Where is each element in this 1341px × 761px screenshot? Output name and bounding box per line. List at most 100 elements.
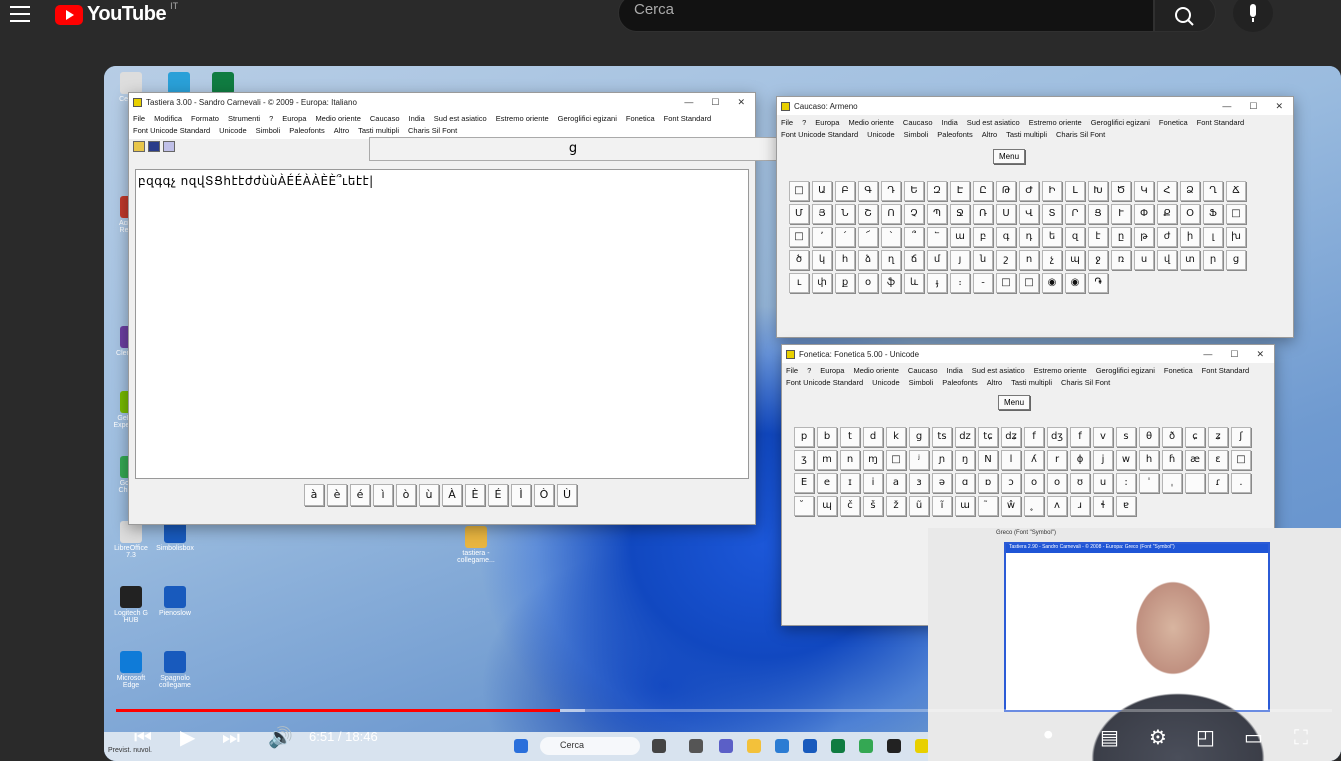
char-key[interactable]: ɛ (1208, 450, 1228, 470)
desktop-icon[interactable]: Simbolisbox (156, 521, 194, 552)
char-key[interactable]: θ (1139, 427, 1159, 447)
video-player[interactable]: CestinoTastieraExcelAcrobat ReaderClemen… (104, 66, 1341, 761)
open-icon[interactable] (133, 141, 145, 152)
menu-item[interactable]: Geroglifici egizani (1096, 366, 1155, 375)
char-key[interactable]: Ռ (973, 204, 993, 224)
char-key[interactable]: Ց (1088, 204, 1108, 224)
char-key[interactable]: À (442, 484, 462, 506)
menu-item[interactable]: ? (802, 118, 806, 127)
char-key[interactable]: ր (1203, 250, 1223, 270)
menu-item[interactable]: Tasti multipli (1011, 378, 1052, 387)
char-key[interactable]: ն (973, 250, 993, 270)
desktop-icon[interactable]: Pienoslow (156, 586, 194, 617)
char-key[interactable]: բ (973, 227, 993, 247)
char-key[interactable]: ò (396, 484, 416, 506)
char-key[interactable]: կ (812, 250, 832, 270)
char-key[interactable]: ա (950, 227, 970, 247)
menu-item[interactable]: Simboli (904, 130, 929, 139)
char-key[interactable]: ծ (789, 250, 809, 270)
char-key[interactable]: ւ (789, 273, 809, 293)
menu-item[interactable]: Europa (815, 118, 839, 127)
search-button[interactable] (1154, 0, 1216, 32)
char-key[interactable]: շ (996, 250, 1016, 270)
char-key[interactable]: ũ (909, 496, 929, 516)
menu-item[interactable]: Simboli (909, 378, 934, 387)
char-key[interactable]: ž (886, 496, 906, 516)
char-key[interactable]: ՚ (812, 227, 832, 247)
char-key[interactable]: Պ (927, 204, 947, 224)
char-key[interactable]: dʑ (1001, 427, 1021, 447)
char-key[interactable]: Ս (996, 204, 1016, 224)
char-key[interactable]: ձ (858, 250, 878, 270)
char-key[interactable]: b (817, 427, 837, 447)
menu-item[interactable]: Altro (334, 126, 349, 135)
char-key[interactable]: ̥ (1024, 496, 1044, 516)
menu-item[interactable]: Medio oriente (848, 118, 893, 127)
char-key[interactable]: v (1093, 427, 1113, 447)
char-key[interactable]: s (1116, 427, 1136, 447)
char-key[interactable]: զ (1065, 227, 1085, 247)
char-key[interactable]: Ì (511, 484, 531, 506)
menu-item[interactable]: Caucaso (903, 118, 933, 127)
char-key[interactable]: Ի (1042, 181, 1062, 201)
char-key[interactable]: դ (1019, 227, 1039, 247)
menu-item[interactable]: Caucaso (908, 366, 938, 375)
char-key[interactable]: Յ (812, 204, 832, 224)
desktop-icon[interactable]: Logitech G HUB (112, 586, 150, 624)
char-key[interactable]: ժ (1157, 227, 1177, 247)
menu-item[interactable]: Simboli (256, 126, 281, 135)
char-key[interactable]: ֏ (1088, 273, 1108, 293)
menu-item[interactable]: Charis Sil Font (408, 126, 457, 135)
char-key[interactable]: h (1139, 450, 1159, 470)
char-key[interactable]: Բ (835, 181, 855, 201)
menu-item[interactable]: Altro (982, 130, 997, 139)
menu-item[interactable]: Fonetica (1159, 118, 1188, 127)
menu-item[interactable]: Font Unicode Standard (786, 378, 863, 387)
char-key[interactable]: ə (932, 473, 952, 493)
previous-icon[interactable]: ⏮ (134, 725, 152, 749)
menu-item[interactable]: Modifica (154, 114, 182, 123)
menu-item[interactable]: Tasti multipli (1006, 130, 1047, 139)
char-key[interactable]: ĩ (932, 496, 952, 516)
char-key[interactable]: թ (1134, 227, 1154, 247)
char-key[interactable]: ՞ (904, 227, 924, 247)
char-key[interactable]: ո (1019, 250, 1039, 270)
char-key[interactable]: m (817, 450, 837, 470)
char-key[interactable]: ŵ (1001, 496, 1021, 516)
char-key[interactable]: □ (996, 273, 1016, 293)
char-key[interactable]: Վ (1019, 204, 1039, 224)
char-key[interactable]: ɐ (1116, 496, 1136, 516)
menu-item[interactable]: Europa (820, 366, 844, 375)
char-key[interactable]: ɬ (1093, 496, 1113, 516)
char-key[interactable]: ɜ (909, 473, 929, 493)
char-key[interactable]: ը (1111, 227, 1131, 247)
char-key[interactable]: Ւ (1111, 204, 1131, 224)
voice-search-button[interactable] (1233, 0, 1273, 32)
menu-item[interactable]: Paleofonts (937, 130, 972, 139)
char-key[interactable]: è (327, 484, 347, 506)
char-key[interactable]: p (794, 427, 814, 447)
menu-item[interactable]: Sud est asiatico (972, 366, 1025, 375)
char-key[interactable]: Թ (996, 181, 1016, 201)
menu-item[interactable]: Fonetica (1164, 366, 1193, 375)
char-key[interactable]: ɦ (1162, 450, 1182, 470)
char-key[interactable]: ռ (1111, 250, 1131, 270)
menu-item[interactable]: Font Unicode Standard (781, 130, 858, 139)
char-key[interactable]: ˌ (1162, 473, 1182, 493)
char-key[interactable]: ֊ (973, 273, 993, 293)
char-key[interactable]: ì (373, 484, 393, 506)
char-key[interactable]: ts (932, 427, 952, 447)
char-key[interactable]: g (909, 427, 929, 447)
print-icon[interactable] (163, 141, 175, 152)
menu-item[interactable]: Formato (191, 114, 219, 123)
char-key[interactable]: ʎ (1024, 450, 1044, 470)
menu-item[interactable]: ? (269, 114, 273, 123)
char-key[interactable]: : (1116, 473, 1136, 493)
char-key[interactable]: É (488, 484, 508, 506)
menu-item[interactable]: File (133, 114, 145, 123)
char-key[interactable]: և (904, 273, 924, 293)
char-key[interactable]: ց (1226, 250, 1246, 270)
char-key[interactable]: □ (1231, 450, 1251, 470)
char-key[interactable]: Ճ (1226, 181, 1246, 201)
char-key[interactable]: □ (789, 227, 809, 247)
